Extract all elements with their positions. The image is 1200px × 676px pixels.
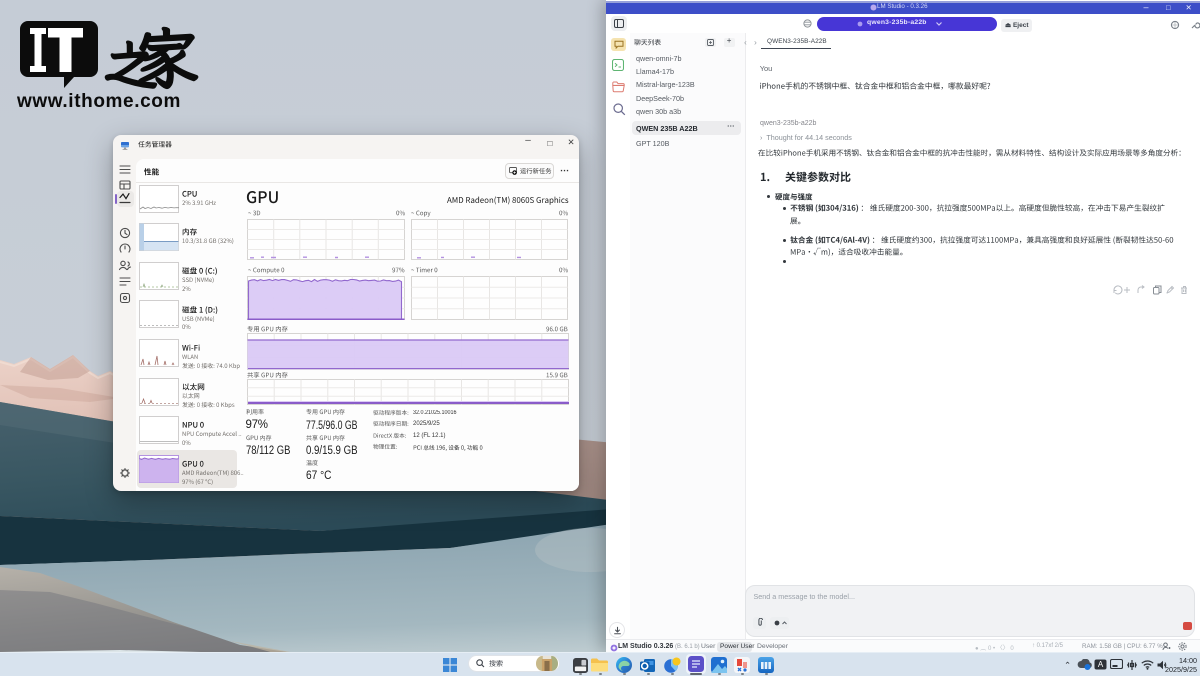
svg-text:A: A [1098,660,1104,669]
